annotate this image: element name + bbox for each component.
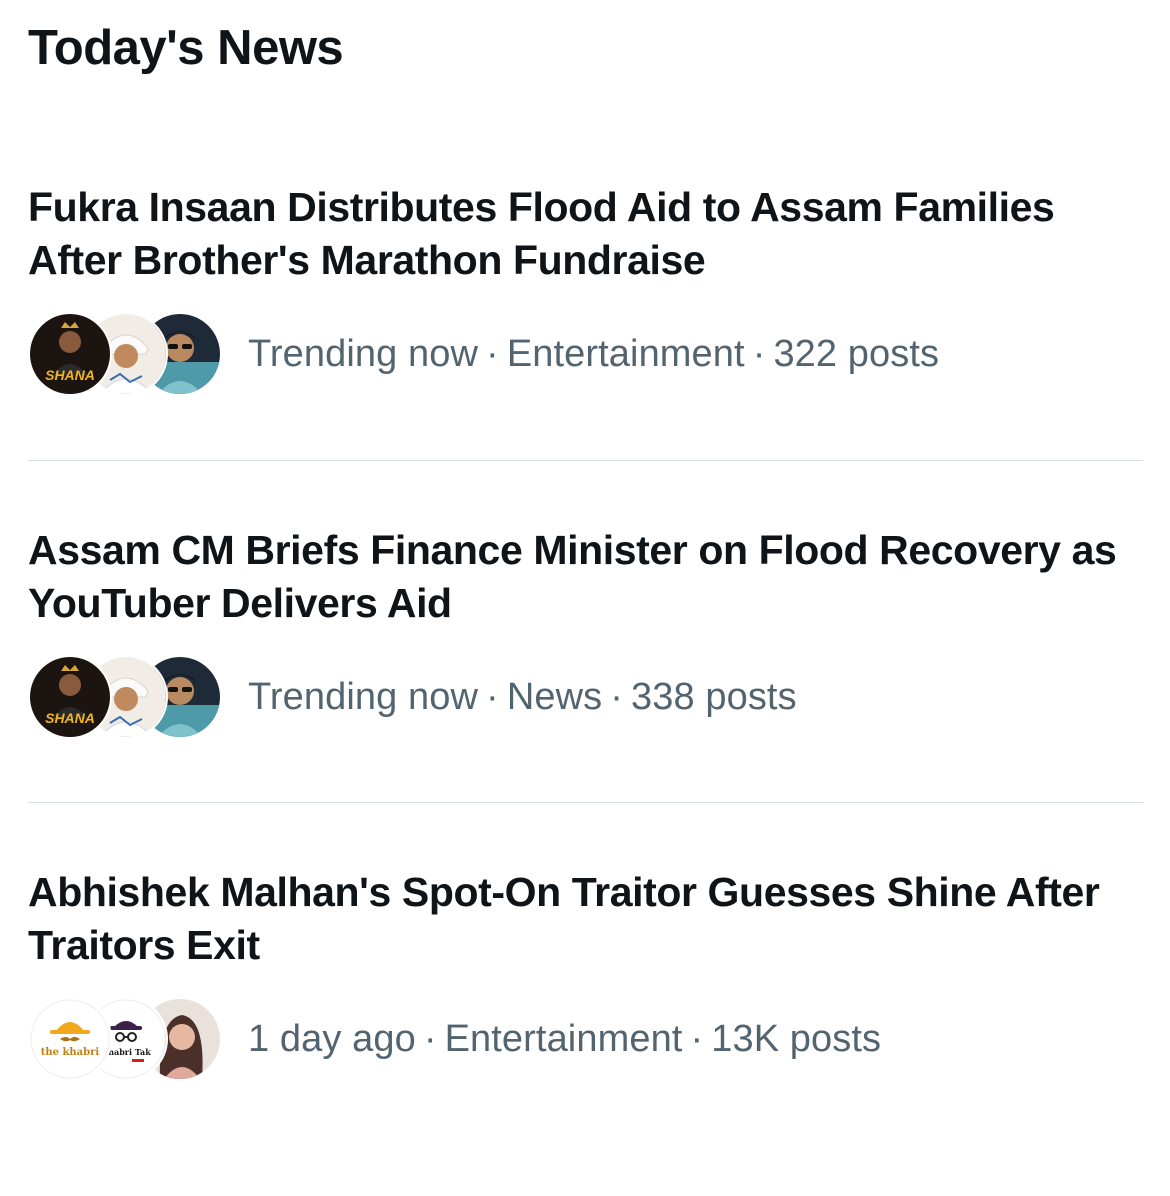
shana-logo-text: SHANA (45, 367, 95, 383)
separator-dot: · (752, 332, 766, 375)
shana-logo-avatar: SHANA (30, 314, 110, 394)
the-khabri-logo-text: the khabri (41, 1047, 100, 1058)
divider (28, 802, 1143, 803)
news-meta: 1 day ago · Entertainment · 13K posts (248, 1018, 881, 1061)
news-headline[interactable]: Assam CM Briefs Finance Minister on Floo… (28, 524, 1138, 630)
news-category: Entertainment (506, 332, 745, 375)
news-time: Trending now (248, 332, 479, 375)
news-headline[interactable]: Abhishek Malhan's Spot-On Traitor Guesse… (28, 866, 1138, 972)
news-headline[interactable]: Fukra Insaan Distributes Flood Aid to As… (28, 181, 1138, 287)
news-post-count: 13K posts (711, 1017, 882, 1060)
news-meta-row: the khabri Khabri Tak 1 day ago · Entert… (30, 997, 881, 1081)
separator-dot: · (486, 675, 499, 718)
divider (28, 460, 1143, 461)
news-time: 1 day ago (248, 1017, 416, 1060)
news-meta-row: SHANA (30, 655, 797, 739)
news-post-count: 322 posts (773, 332, 940, 375)
avatar-stack: SHANA (30, 655, 222, 739)
separator-dot: · (690, 1017, 704, 1060)
separator-dot: · (486, 332, 499, 375)
the-khabri-logo-avatar: the khabri (30, 999, 110, 1079)
news-item[interactable]: Assam CM Briefs Finance Minister on Floo… (0, 524, 1170, 854)
separator-dot: · (610, 675, 623, 718)
news-item[interactable]: Abhishek Malhan's Spot-On Traitor Guesse… (0, 866, 1170, 1196)
avatar-stack: SHANA (30, 312, 222, 396)
news-item[interactable]: Fukra Insaan Distributes Flood Aid to As… (0, 181, 1170, 511)
news-time: Trending now (248, 675, 479, 718)
news-category: News (506, 675, 603, 718)
news-post-count: 338 posts (631, 675, 797, 718)
news-meta-row: SHANA (30, 312, 939, 396)
news-meta: Trending now · News · 338 posts (248, 676, 797, 719)
news-meta: Trending now · Entertainment · 322 posts (248, 333, 939, 376)
news-category: Entertainment (444, 1017, 683, 1060)
shana-logo-avatar: SHANA (30, 657, 110, 737)
avatar-stack: the khabri Khabri Tak (30, 997, 222, 1081)
section-title: Today's News (28, 21, 344, 75)
separator-dot: · (423, 1017, 437, 1060)
shana-logo-text: SHANA (45, 710, 95, 726)
